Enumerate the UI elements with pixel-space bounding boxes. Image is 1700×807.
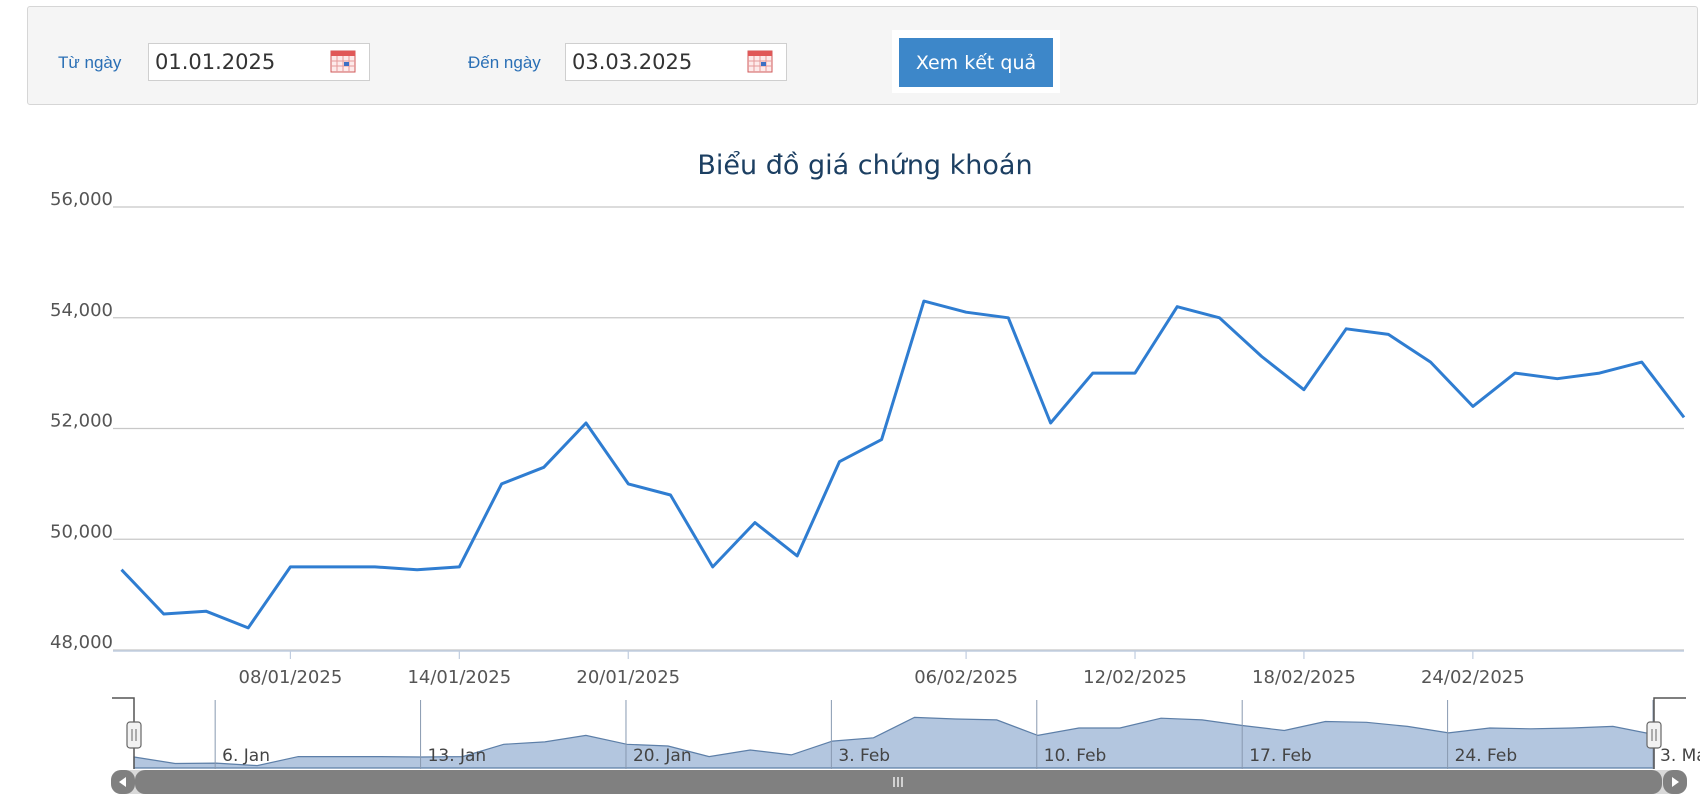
price-point[interactable] [497, 479, 507, 489]
submit-button-frame: Xem kết quả [892, 30, 1060, 93]
price-point[interactable] [1046, 418, 1056, 428]
x-axis-labels: 08/01/2025 14/01/2025 20/01/2025 06/02/2025… [239, 651, 1525, 688]
x-tick-label: 12/02/2025 [1083, 667, 1187, 688]
price-series-line [120, 299, 1686, 630]
stock-price-chart: Biểu đồ giá chứng khoán 48,000 50,000 52,0… [50, 150, 1700, 794]
price-point[interactable] [877, 435, 887, 445]
x-tick-label: 06/02/2025 [914, 667, 1018, 688]
y-tick-label: 48,000 [50, 632, 113, 653]
price-point[interactable] [243, 623, 253, 633]
from-date-label: Từ ngày [58, 53, 122, 72]
price-point[interactable] [412, 565, 422, 575]
price-point[interactable] [159, 609, 169, 619]
price-point[interactable] [1468, 401, 1478, 411]
chart-title: Biểu đồ giá chứng khoán [697, 150, 1032, 181]
x-tick-label: 18/02/2025 [1252, 667, 1356, 688]
price-point[interactable] [201, 606, 211, 616]
price-point[interactable] [1257, 352, 1267, 362]
price-point[interactable] [539, 462, 549, 472]
y-gridlines [113, 206, 1684, 652]
price-point[interactable] [1299, 385, 1309, 395]
price-point[interactable] [1341, 324, 1351, 334]
plot-area [116, 296, 1689, 633]
price-point[interactable] [834, 457, 844, 467]
from-date-input[interactable] [149, 44, 330, 80]
price-point[interactable] [581, 418, 591, 428]
to-date-label: Đến ngày [468, 53, 541, 72]
navigator-tick-label: 24. Feb [1455, 746, 1518, 766]
navigator-tick-label: 13. Jan [428, 746, 487, 766]
to-date-input[interactable] [566, 44, 747, 80]
y-tick-label: 52,000 [50, 411, 113, 432]
navigator-tick-label: 10. Feb [1044, 746, 1107, 766]
y-tick-label: 50,000 [50, 521, 113, 542]
from-date-field[interactable] [148, 43, 370, 81]
price-point[interactable] [285, 562, 295, 572]
navigator-tick-label: 3. Mar [1660, 746, 1700, 766]
y-tick-label: 56,000 [50, 189, 113, 210]
navigator-tick-label: 20. Jan [633, 746, 692, 766]
y-tick-label: 54,000 [50, 300, 113, 321]
price-point[interactable] [1088, 368, 1098, 378]
price-point[interactable] [454, 562, 464, 572]
date-filter-bar: Từ ngày Đến ngày Xem kết quả [27, 6, 1698, 105]
price-point[interactable] [792, 551, 802, 561]
price-point[interactable] [116, 565, 126, 575]
x-tick-label: 14/01/2025 [407, 667, 511, 688]
price-point[interactable] [1595, 368, 1605, 378]
price-point[interactable] [919, 296, 929, 306]
price-point[interactable] [1214, 313, 1224, 323]
price-point[interactable] [1426, 357, 1436, 367]
price-point[interactable] [1172, 302, 1182, 312]
to-date-field[interactable] [565, 43, 787, 81]
price-point[interactable] [750, 518, 760, 528]
navigator-handle-left[interactable] [126, 721, 142, 749]
navigator-tick-label: 17. Feb [1249, 746, 1312, 766]
x-tick-label: 08/01/2025 [239, 667, 343, 688]
price-point[interactable] [1510, 368, 1520, 378]
price-point[interactable] [1383, 329, 1393, 339]
price-point[interactable] [1637, 357, 1647, 367]
price-point[interactable] [961, 307, 971, 317]
price-point[interactable] [1003, 313, 1013, 323]
range-navigator[interactable]: 6. Jan 13. Jan 20. Jan 3. Feb 10. Feb 17. Feb… [112, 697, 1700, 770]
navigator-handle-right[interactable] [1646, 721, 1662, 749]
x-tick-label: 24/02/2025 [1421, 667, 1525, 688]
price-point[interactable] [1130, 368, 1140, 378]
calendar-icon[interactable] [747, 49, 773, 73]
price-point[interactable] [708, 562, 718, 572]
x-tick-label: 20/01/2025 [576, 667, 680, 688]
price-point[interactable] [665, 490, 675, 500]
calendar-icon[interactable] [330, 49, 356, 73]
range-scrollbar[interactable] [111, 770, 1687, 794]
view-results-button[interactable]: Xem kết quả [899, 38, 1053, 87]
y-axis-labels: 48,000 50,000 52,000 54,000 56,000 [50, 189, 113, 653]
price-point[interactable] [328, 562, 338, 572]
price-point[interactable] [370, 562, 380, 572]
price-point[interactable] [1679, 412, 1689, 422]
price-point[interactable] [623, 479, 633, 489]
navigator-tick-label: 6. Jan [222, 746, 270, 766]
navigator-tick-label: 3. Feb [838, 746, 890, 766]
price-point[interactable] [1552, 374, 1562, 384]
